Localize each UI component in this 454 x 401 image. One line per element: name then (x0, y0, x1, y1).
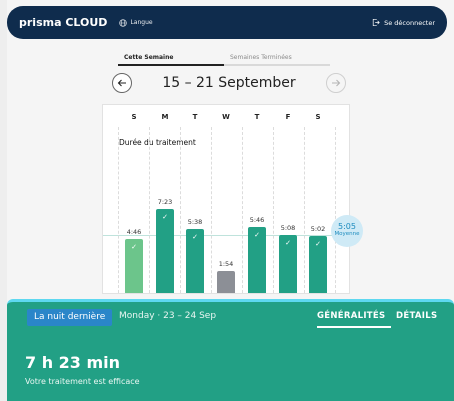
check-icon: ✓ (131, 242, 137, 251)
check-icon: ✓ (192, 232, 198, 241)
duration-bar[interactable] (217, 271, 235, 293)
therapy-duration-chart: S M T W T F S Durée du traitement ✓ 4:46 ✓ 7:23 ✓ 5… (102, 104, 350, 294)
duration-bar[interactable]: ✓ (125, 238, 143, 293)
day-label: S (315, 113, 321, 121)
chart-title: Durée du traitement (119, 138, 196, 147)
bar-value-label: 5:38 (187, 217, 203, 226)
duration-bar[interactable]: ✓ (279, 234, 297, 293)
day-label: W (222, 113, 230, 121)
language-label: Langue (130, 19, 153, 26)
day-label: T (192, 113, 198, 121)
average-value: 5:05 (338, 222, 356, 231)
bar-value-label: 5:46 (249, 216, 265, 225)
check-icon: ✓ (285, 238, 291, 247)
tab-this-week-label: Cette Semaine (124, 54, 174, 61)
tab-general[interactable]: GÉNÉRALITÉS (317, 311, 385, 321)
night-date: Monday · 23 – 24 Sep (119, 311, 217, 321)
grid-line (304, 127, 305, 293)
logout-button[interactable]: Se déconnecter (372, 18, 435, 27)
day-label: S (131, 113, 137, 121)
duration-bar[interactable]: ✓ (186, 228, 204, 293)
tab-completed-weeks[interactable]: Semaines Terminées (224, 50, 330, 66)
average-bubble: 5:05 Moyenne (331, 215, 363, 247)
week-range-title: 15 – 21 September (162, 75, 296, 91)
grid-line (149, 127, 150, 293)
arrow-right-icon (332, 79, 341, 87)
bar-value-label: 7:23 (157, 198, 173, 206)
check-icon: ✓ (254, 231, 260, 240)
arrow-left-icon (117, 79, 126, 87)
grid-line (273, 127, 274, 293)
bar-value-label: 5:02 (310, 224, 326, 233)
logout-label: Se déconnecter (384, 18, 435, 27)
duration-bar[interactable]: ✓ (309, 235, 327, 293)
active-tab-underline (317, 326, 391, 328)
day-labels: SMTWTFS (103, 113, 349, 125)
language-selector[interactable]: Langue (119, 18, 153, 27)
grid-line (118, 127, 119, 293)
grid-line (180, 127, 181, 293)
grid-line (335, 127, 336, 293)
check-icon: ✓ (315, 239, 321, 248)
tab-details[interactable]: DÉTAILS (396, 311, 437, 321)
duration-bar[interactable]: ✓ (248, 227, 266, 293)
day-label: T (254, 113, 260, 121)
next-week-button[interactable] (326, 73, 346, 93)
average-label: Moyenne (334, 231, 360, 237)
tab-underline (224, 64, 330, 66)
logout-icon (372, 18, 380, 27)
bar-value-label: 5:08 (280, 223, 296, 232)
day-label: M (161, 113, 169, 121)
grid-line (242, 127, 243, 293)
bar-value-label: 4:46 (126, 227, 142, 236)
check-icon: ✓ (162, 213, 168, 221)
day-label: F (285, 113, 291, 121)
last-night-chip[interactable]: La nuit dernière (27, 309, 113, 326)
week-navigator: 15 – 21 September (108, 72, 350, 94)
week-tabs: Cette Semaine Semaines Terminées (118, 50, 330, 66)
tab-completed-weeks-label: Semaines Terminées (230, 54, 292, 61)
bar-value-label: 1:54 (218, 260, 234, 269)
previous-week-button[interactable] (112, 73, 132, 93)
duration-bar[interactable]: ✓ (156, 209, 174, 293)
globe-icon (119, 18, 128, 27)
brand-logo: prisma CLOUD (19, 16, 108, 29)
tab-underline (118, 64, 224, 66)
therapy-status: Votre traitement est efficace (25, 377, 140, 386)
night-summary-panel: La nuit dernière Monday · 23 – 24 Sep GÉ… (7, 299, 454, 401)
therapy-duration: 7 h 23 min (25, 353, 121, 372)
tab-this-week[interactable]: Cette Semaine (118, 50, 224, 66)
top-bar: prisma CLOUD Langue Se déconnecter (7, 6, 447, 39)
